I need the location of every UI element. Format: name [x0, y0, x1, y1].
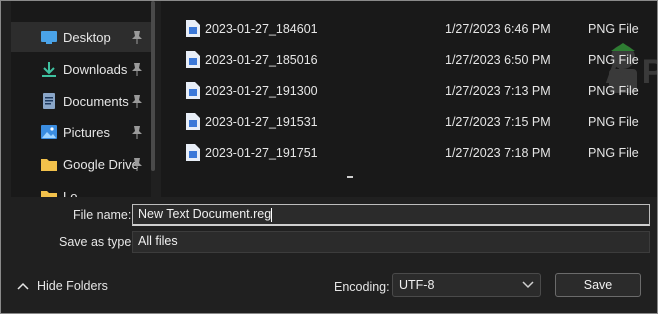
image-file-icon	[186, 113, 200, 130]
sidebar-item-label: Desktop	[63, 29, 111, 45]
file-type: PNG File	[588, 114, 639, 129]
image-file-icon	[186, 51, 200, 68]
table-row[interactable]: 2023-01-27_191751 1/27/2023 7:18 PM PNG …	[161, 137, 657, 168]
table-row[interactable]: 2023-01-27_191531 1/27/2023 7:15 PM PNG …	[161, 106, 657, 137]
download-icon	[42, 62, 56, 77]
file-type: PNG File	[588, 83, 639, 98]
filename-value: New Text Document.reg	[138, 207, 272, 221]
file-date: 1/27/2023 7:18 PM	[445, 145, 551, 160]
pin-icon[interactable]	[131, 30, 143, 44]
file-name: 2023-01-27_185016	[205, 52, 318, 67]
table-row[interactable]: 2023-01-27_184601 1/27/2023 6:46 PM PNG …	[161, 13, 657, 44]
sidebar-item-documents[interactable]: Documents	[11, 86, 151, 116]
sidebar-item-label: Google Drive	[63, 156, 139, 172]
encoding-select[interactable]: UTF-8	[392, 273, 541, 297]
sidebar-item-label: Downloads	[63, 61, 128, 77]
sidebar-item-label: Lo	[63, 188, 78, 198]
encoding-value: UTF-8	[399, 278, 435, 292]
filename-input[interactable]: New Text Document.reg	[132, 204, 650, 226]
sidebar-scrollbar[interactable]	[151, 1, 155, 171]
sidebar-item-partial[interactable]: Lo	[11, 181, 151, 197]
table-row[interactable]: 2023-01-27_185016 1/27/2023 6:50 PM PNG …	[161, 44, 657, 75]
sidebar-item-downloads[interactable]: Downloads	[11, 54, 151, 84]
file-name: 2023-01-27_191531	[205, 114, 318, 129]
pictures-icon	[41, 125, 57, 139]
chevron-up-icon	[17, 282, 29, 290]
folder-icon	[41, 159, 57, 171]
pin-icon[interactable]	[131, 62, 143, 76]
file-date: 1/27/2023 7:15 PM	[445, 114, 551, 129]
file-name: 2023-01-27_191300	[205, 83, 318, 98]
documents-icon	[43, 93, 55, 109]
file-name: 2023-01-27_184601	[205, 21, 318, 36]
save-button[interactable]: Save	[555, 273, 641, 297]
hide-folders-label: Hide Folders	[37, 279, 108, 293]
pin-icon[interactable]	[131, 157, 143, 171]
sidebar-item-pictures[interactable]: Pictures	[11, 117, 151, 147]
partial-row-marker	[347, 176, 353, 178]
file-name: 2023-01-27_191751	[205, 145, 318, 160]
sidebar-item-label: Documents	[63, 93, 129, 109]
image-file-icon	[186, 20, 200, 37]
file-date: 1/27/2023 7:13 PM	[445, 83, 551, 98]
desktop-icon	[41, 31, 57, 44]
hide-folders-button[interactable]: Hide Folders	[17, 279, 108, 293]
file-list: A PUALS 2023-01-27_184601 1/27/2023 6:46…	[161, 1, 657, 197]
sidebar-item-desktop[interactable]: Desktop	[11, 22, 151, 52]
pin-icon[interactable]	[131, 125, 143, 139]
sidebar-item-label: Pictures	[63, 124, 110, 140]
table-row[interactable]: 2023-01-27_191300 1/27/2023 7:13 PM PNG …	[161, 75, 657, 106]
text-caret	[271, 207, 273, 222]
save-form: File name: New Text Document.reg Save as…	[1, 197, 657, 313]
file-date: 1/27/2023 6:46 PM	[445, 21, 551, 36]
filename-label: File name:	[73, 208, 132, 222]
savetype-value: All files	[138, 234, 178, 248]
pin-icon[interactable]	[131, 94, 143, 108]
save-as-dialog: Desktop Downloads Documents Pictures Goo…	[0, 0, 658, 314]
image-file-icon	[186, 82, 200, 99]
chevron-down-icon	[522, 281, 534, 289]
file-type: PNG File	[588, 52, 639, 67]
file-type: PNG File	[588, 21, 639, 36]
file-type: PNG File	[588, 145, 639, 160]
folder-icon	[41, 191, 57, 197]
encoding-label: Encoding:	[334, 280, 390, 294]
savetype-label: Save as type:	[59, 235, 135, 249]
image-file-icon	[186, 144, 200, 161]
sidebar-item-google-drive[interactable]: Google Drive	[11, 149, 151, 179]
file-date: 1/27/2023 6:50 PM	[445, 52, 551, 67]
navigation-pane: Desktop Downloads Documents Pictures Goo…	[11, 1, 151, 197]
savetype-select[interactable]: All files	[132, 231, 650, 253]
